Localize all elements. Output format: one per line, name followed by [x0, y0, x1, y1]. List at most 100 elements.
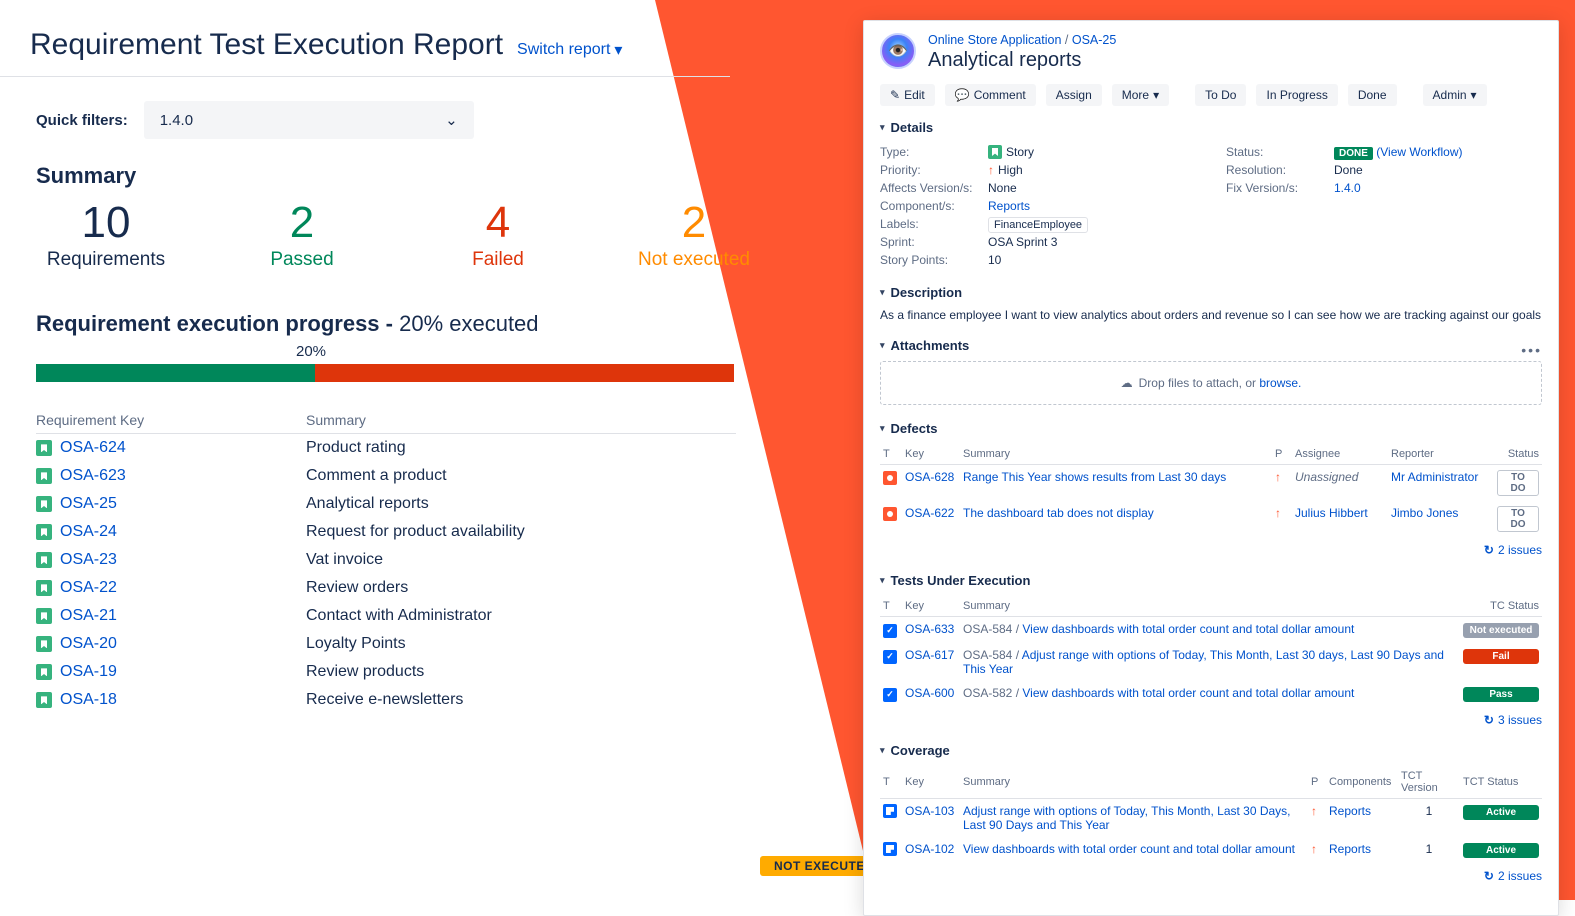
edit-button[interactable]: ✎Edit: [880, 84, 935, 106]
requirement-key-link[interactable]: OSA-22: [36, 579, 306, 597]
tct-status-badge: Active: [1463, 805, 1539, 820]
view-workflow-link[interactable]: (View Workflow): [1376, 145, 1462, 159]
defect-summary-link[interactable]: Range This Year shows results from Last …: [963, 470, 1226, 484]
story-icon: [36, 496, 52, 512]
coverage-summary-link[interactable]: Adjust range with options of Today, This…: [963, 804, 1291, 832]
browse-link[interactable]: browse.: [1259, 376, 1301, 390]
requirement-key-link[interactable]: OSA-623: [36, 467, 306, 485]
chevron-down-icon: ▾: [880, 423, 885, 434]
more-button[interactable]: More ▾: [1112, 84, 1169, 106]
requirements-count: 10: [36, 199, 176, 247]
quick-filters-label: Quick filters:: [36, 112, 128, 129]
chevron-down-icon: ▾: [1471, 88, 1477, 102]
coverage-key-link[interactable]: OSA-103: [905, 804, 954, 818]
defects-issues-link[interactable]: 2 issues: [1484, 543, 1542, 557]
admin-button[interactable]: Admin ▾: [1423, 84, 1487, 106]
requirement-key-link[interactable]: OSA-20: [36, 635, 306, 653]
reporter-link[interactable]: Mr Administrator: [1391, 470, 1478, 484]
inprogress-button[interactable]: In Progress: [1256, 84, 1337, 106]
requirement-key-link[interactable]: OSA-624: [36, 439, 306, 457]
table-row: OSA-102 View dashboards with total order…: [880, 837, 1542, 863]
progress-bar: [36, 364, 734, 382]
reporter-link[interactable]: Jimbo Jones: [1391, 506, 1458, 520]
tests-issues-link[interactable]: 3 issues: [1484, 713, 1542, 727]
page-title: Requirement Test Execution Report: [30, 28, 503, 62]
coverage-summary-link[interactable]: View dashboards with total order count a…: [963, 842, 1295, 856]
component-link[interactable]: Reports: [1329, 842, 1371, 856]
tests-table: T Key Summary TC Status OSA-633 OSA-584 …: [880, 596, 1542, 707]
chevron-down-icon: ▾: [880, 340, 885, 351]
passed-count: 2: [232, 199, 372, 247]
story-icon: [36, 440, 52, 456]
test-key-link[interactable]: OSA-617: [905, 648, 954, 662]
table-row: OSA-633 OSA-584 / View dashboards with t…: [880, 617, 1542, 644]
requirements-table: Requirement Key Summary OSA-624Product r…: [36, 412, 736, 714]
details-section-header[interactable]: ▾Details: [880, 120, 1542, 135]
priority-high-icon: ↑: [1311, 842, 1317, 856]
summary-heading: Summary: [36, 163, 740, 189]
done-button[interactable]: Done: [1348, 84, 1397, 106]
defect-summary-link[interactable]: The dashboard tab does not display: [963, 506, 1154, 520]
table-row: OSA-623Comment a product: [36, 462, 736, 490]
version-filter-dropdown[interactable]: 1.4.0 ⌄: [144, 101, 474, 139]
col-header-key: Requirement Key: [36, 412, 306, 428]
comment-button[interactable]: 💬Comment: [945, 84, 1036, 106]
table-row: OSA-21Contact with Administrator: [36, 602, 736, 630]
chevron-down-icon: ▾: [880, 575, 885, 586]
requirement-key-link[interactable]: OSA-21: [36, 607, 306, 625]
attachments-section-header[interactable]: ▾Attachments: [880, 338, 969, 353]
test-icon: [883, 688, 897, 702]
test-summary-link[interactable]: Adjust range with options of Today, This…: [963, 648, 1444, 676]
chevron-down-icon: ▾: [1153, 88, 1159, 102]
assignee-link[interactable]: Julius Hibbert: [1295, 506, 1368, 520]
test-summary-link[interactable]: View dashboards with total order count a…: [1022, 622, 1354, 636]
defect-key-link[interactable]: OSA-622: [905, 506, 954, 520]
requirement-key-link[interactable]: OSA-25: [36, 495, 306, 513]
requirement-key-link[interactable]: OSA-18: [36, 691, 306, 709]
chevron-down-icon: ▾: [880, 745, 885, 756]
story-icon: [36, 468, 52, 484]
assign-button[interactable]: Assign: [1046, 84, 1102, 106]
fix-version-link[interactable]: 1.4.0: [1334, 181, 1361, 195]
project-avatar: [880, 33, 916, 69]
chevron-down-icon: ▾: [880, 122, 885, 133]
component-link[interactable]: Reports: [1329, 804, 1371, 818]
breadcrumb: Online Store Application / OSA-25: [928, 33, 1116, 47]
breadcrumb-issue[interactable]: OSA-25: [1072, 33, 1116, 47]
comment-icon: 💬: [955, 88, 970, 102]
test-key-link[interactable]: OSA-633: [905, 622, 954, 636]
notexec-count: 2: [624, 199, 764, 247]
tests-section-header[interactable]: ▾Tests Under Execution: [880, 573, 1542, 588]
story-icon: [36, 692, 52, 708]
coverage-key-link[interactable]: OSA-102: [905, 842, 954, 856]
description-section-header[interactable]: ▾Description: [880, 285, 1542, 300]
table-row: OSA-628 Range This Year shows results fr…: [880, 465, 1542, 502]
attachments-dropzone[interactable]: Drop files to attach, or browse.: [880, 361, 1542, 405]
requirement-key-link[interactable]: OSA-23: [36, 551, 306, 569]
table-row: OSA-20Loyalty Points: [36, 630, 736, 658]
failed-count: 4: [428, 199, 568, 247]
issue-detail-panel: Online Store Application / OSA-25 Analyt…: [863, 20, 1559, 916]
tct-status-badge: Active: [1463, 843, 1539, 858]
switch-report-dropdown[interactable]: Switch report ▾: [517, 40, 622, 60]
component-link[interactable]: Reports: [988, 199, 1030, 213]
coverage-issues-link[interactable]: 2 issues: [1484, 869, 1542, 883]
table-row: OSA-22Review orders: [36, 574, 736, 602]
defect-key-link[interactable]: OSA-628: [905, 470, 954, 484]
requirement-key-link[interactable]: OSA-19: [36, 663, 306, 681]
todo-button[interactable]: To Do: [1195, 84, 1246, 106]
label-tag[interactable]: FinanceEmployee: [988, 217, 1088, 233]
issue-title: Analytical reports: [928, 49, 1116, 72]
table-row: OSA-624Product rating: [36, 434, 736, 462]
coverage-section-header[interactable]: ▾Coverage: [880, 743, 1542, 758]
attachments-more-icon[interactable]: •••: [1521, 342, 1542, 358]
requirement-key-link[interactable]: OSA-24: [36, 523, 306, 541]
test-key-link[interactable]: OSA-600: [905, 686, 954, 700]
breadcrumb-project[interactable]: Online Store Application: [928, 33, 1061, 47]
progress-segment-failed: [315, 364, 734, 382]
test-summary-link[interactable]: View dashboards with total order count a…: [1022, 686, 1354, 700]
tc-status-badge: Fail: [1463, 649, 1539, 664]
defects-section-header[interactable]: ▾Defects: [880, 421, 1542, 436]
status-pill: TO DO: [1497, 470, 1539, 496]
story-icon: [36, 580, 52, 596]
